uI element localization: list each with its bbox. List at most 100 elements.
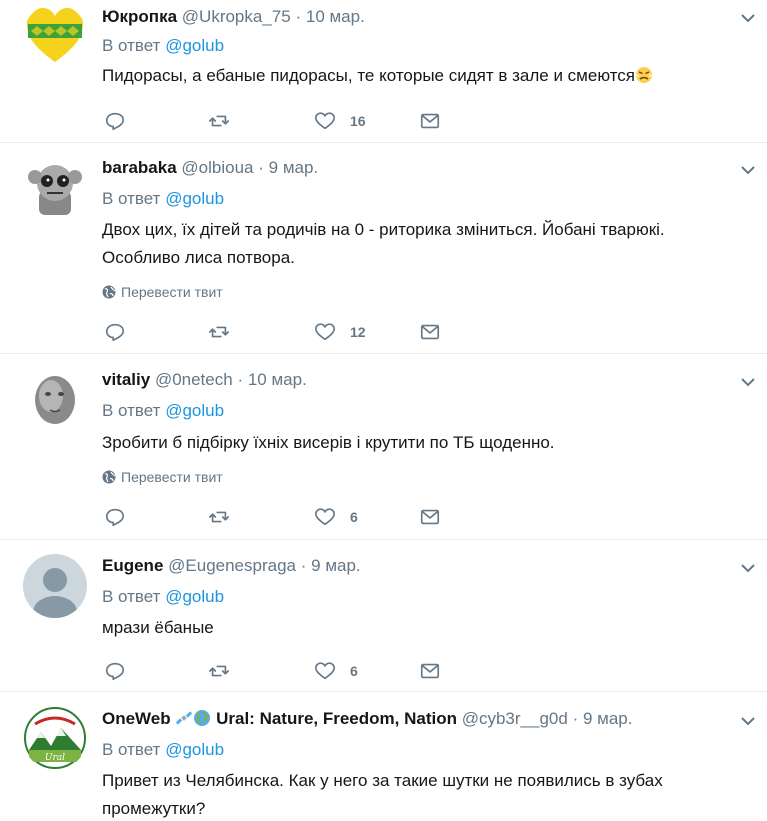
avatar[interactable] [23,155,87,219]
tweet-text: мрази ёбаные [102,618,214,637]
tweet-item[interactable]: Ural OneWeb Ural: Nature, Freedom, Natio… [0,692,767,821]
username[interactable]: @Eugenespraga [168,556,296,575]
avatar[interactable] [23,4,87,68]
reply-icon [105,112,125,131]
username[interactable]: @cyb3r__g0d [462,709,568,728]
chevron-down-icon[interactable] [739,9,757,27]
timestamp[interactable]: 9 мар. [311,556,361,575]
retweet-icon [209,115,229,127]
separator: · [295,7,302,26]
display-name-suffix[interactable]: Ural: Nature, Freedom, Nation [216,709,457,728]
display-name[interactable]: OneWeb [102,709,171,728]
like-button[interactable]: 16 [314,109,366,133]
tweet-text: Двох цих, їх дітей та родичів на 0 - рит… [102,220,665,267]
like-count: 12 [350,324,366,340]
chevron-down-icon[interactable] [739,373,757,391]
username[interactable]: @olbioua [181,158,253,177]
tweet-item[interactable]: vitaliy @0netech · 10 мар. В ответ @golu… [0,354,767,540]
satellite-icon [176,711,193,725]
display-name[interactable]: barabaka [102,158,177,177]
mention-link[interactable]: @golub [165,189,224,208]
reply-button[interactable] [104,320,126,344]
tweet-item[interactable]: barabaka @olbioua · 9 мар. В ответ @golu… [0,143,767,354]
avatar[interactable] [23,366,87,430]
like-count: 6 [350,663,358,679]
display-name[interactable]: Eugene [102,556,163,575]
reply-button[interactable] [104,505,126,529]
chevron-down-icon[interactable] [739,161,757,179]
reply-context: В ответ @golub [102,585,224,609]
chevron-down-icon[interactable] [739,559,757,577]
display-name[interactable]: Юкропка [102,7,177,26]
like-count: 16 [350,113,366,129]
direct-message-button[interactable] [419,659,441,683]
tweet-actions: 6 [104,505,504,529]
tweet-actions: 6 [104,659,504,683]
tweet-item[interactable]: Eugene @Eugenespraga · 9 мар. В ответ @g… [0,540,767,692]
direct-message-button[interactable] [419,505,441,529]
reply-button[interactable] [104,659,126,683]
reply-prefix: В ответ [102,189,161,208]
timestamp[interactable]: 9 мар. [269,158,319,177]
timestamp[interactable]: 10 мар. [306,7,365,26]
reply-icon [105,662,125,681]
separator: · [300,556,307,575]
tweet-header: OneWeb Ural: Nature, Freedom, Nation @cy… [102,707,632,731]
timestamp[interactable]: 9 мар. [583,709,633,728]
globe-icon [102,470,116,484]
username[interactable]: @Ukropka_75 [182,7,291,26]
separator: · [572,709,579,728]
username[interactable]: @0netech [155,370,233,389]
retweet-button[interactable] [208,320,230,344]
reply-prefix: В ответ [102,587,161,606]
retweet-icon [209,665,229,677]
tweet-header: Eugene @Eugenespraga · 9 мар. [102,554,361,578]
translate-tweet-link[interactable]: Перевести твит [102,467,223,487]
like-count: 6 [350,509,358,525]
like-button[interactable]: 6 [314,505,358,529]
reply-prefix: В ответ [102,36,161,55]
mention-link[interactable]: @golub [165,36,224,55]
timestamp[interactable]: 10 мар. [248,370,307,389]
direct-message-button[interactable] [419,109,441,133]
envelope-icon [420,113,440,129]
tweet-text: Пидорасы, а ебаные пидорасы, те которые … [102,62,732,90]
display-name[interactable]: vitaliy [102,370,150,389]
avatar[interactable] [23,554,87,618]
retweet-button[interactable] [208,109,230,133]
reply-context: В ответ @golub [102,399,224,423]
avatar[interactable]: Ural [23,706,87,770]
tweet-text-content: Пидорасы, а ебаные пидорасы, те которые … [102,66,635,85]
like-button[interactable]: 6 [314,659,358,683]
translate-label: Перевести твит [121,284,223,300]
tweet-header: Юкропка @Ukropka_75 · 10 мар. [102,5,365,29]
reply-icon [105,508,125,527]
retweet-button[interactable] [208,505,230,529]
tweet-header: vitaliy @0netech · 10 мар. [102,368,307,392]
mention-link[interactable]: @golub [165,740,224,759]
retweet-icon [209,511,229,523]
mention-link[interactable]: @golub [165,587,224,606]
translate-tweet-link[interactable]: Перевести твит [102,282,223,302]
translate-label: Перевести твит [121,469,223,485]
reply-prefix: В ответ [102,401,161,420]
reply-button[interactable] [104,109,126,133]
reply-context: В ответ @golub [102,738,224,762]
angry-face-icon [636,67,652,83]
reply-context: В ответ @golub [102,187,224,211]
heart-icon [315,508,335,526]
direct-message-button[interactable] [419,320,441,344]
globe-icon [102,285,116,299]
retweet-button[interactable] [208,659,230,683]
tweet-actions: 16 [104,109,504,133]
separator: · [237,370,244,389]
like-button[interactable]: 12 [314,320,366,344]
heart-icon [315,112,335,130]
retweet-icon [209,326,229,338]
chevron-down-icon[interactable] [739,712,757,730]
mention-link[interactable]: @golub [165,401,224,420]
globe-earth-icon [194,710,211,726]
tweet-item[interactable]: Юкропка @Ukropka_75 · 10 мар. В ответ @g… [0,0,767,143]
tweet-header: barabaka @olbioua · 9 мар. [102,156,318,180]
tweet-text: Привет из Челябинска. Как у него за таки… [102,771,663,818]
